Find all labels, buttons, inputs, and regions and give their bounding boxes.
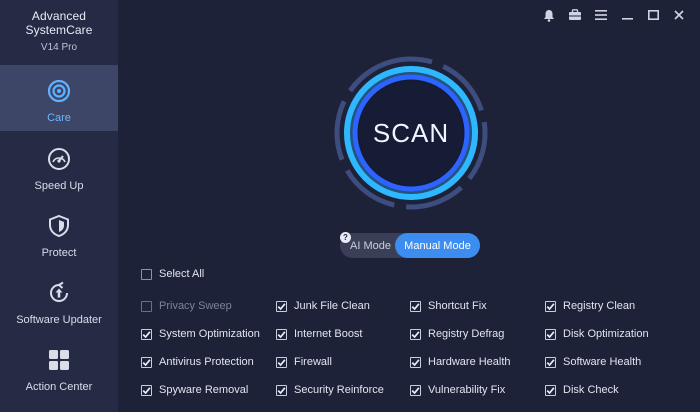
- checkbox-label: System Optimization: [159, 328, 260, 340]
- option-checkbox[interactable]: Antivirus Protection: [141, 356, 254, 368]
- checkmark-icon: [141, 328, 152, 340]
- option-checkbox[interactable]: Shortcut Fix: [410, 300, 487, 312]
- sidebar-item-speed-up[interactable]: Speed Up: [0, 133, 118, 199]
- sidebar-item-software-updater[interactable]: Software Updater: [0, 267, 118, 333]
- maximize-icon[interactable]: [640, 7, 666, 23]
- window-controls: [536, 7, 692, 23]
- checkbox-label: Hardware Health: [428, 356, 511, 368]
- checkbox-label: Junk File Clean: [294, 300, 370, 312]
- checkbox-label: Software Health: [563, 356, 642, 368]
- option-checkbox[interactable]: Privacy Sweep: [141, 300, 232, 312]
- close-icon[interactable]: [666, 7, 692, 23]
- checkbox-label: Internet Boost: [294, 328, 363, 340]
- checkmark-icon: [410, 356, 421, 368]
- option-checkbox[interactable]: Security Reinforce: [276, 384, 384, 396]
- checkmark-icon: [276, 384, 287, 396]
- sidebar: Advanced SystemCare V14 Pro Care Speed U…: [0, 0, 118, 412]
- checkbox-label: Spyware Removal: [159, 384, 249, 396]
- option-checkbox[interactable]: Disk Optimization: [545, 328, 649, 340]
- checkbox-label: Registry Defrag: [428, 328, 505, 340]
- manual-mode-option[interactable]: Manual Mode: [395, 233, 480, 258]
- checkbox-label: Vulnerability Fix: [428, 384, 506, 396]
- option-checkbox[interactable]: Software Health: [545, 356, 641, 368]
- option-checkbox[interactable]: Registry Clean: [545, 300, 635, 312]
- checkbox-label: Privacy Sweep: [159, 300, 232, 312]
- sidebar-item-action-center[interactable]: Action Center: [0, 334, 118, 400]
- checkmark-icon: [545, 300, 556, 312]
- update-arrow-icon: [50, 281, 68, 302]
- grid-icon: [49, 350, 69, 370]
- sidebar-item-label: Action Center: [25, 381, 93, 393]
- mode-toggle[interactable]: AI Mode Manual Mode: [340, 233, 480, 258]
- checkmark-icon: [410, 384, 421, 396]
- checkmark-icon: [545, 328, 556, 340]
- checkbox-label: Disk Check: [563, 384, 619, 396]
- option-checkbox[interactable]: Hardware Health: [410, 356, 511, 368]
- option-checkbox[interactable]: Vulnerability Fix: [410, 384, 505, 396]
- checkmark-icon: [276, 328, 287, 340]
- app-edition: V14 Pro: [40, 42, 78, 53]
- option-checkbox[interactable]: Spyware Removal: [141, 384, 248, 396]
- checkbox-box: [141, 300, 152, 312]
- sidebar-item-label: Speed Up: [34, 180, 84, 192]
- checkbox-label: Select All: [159, 268, 205, 280]
- option-checkbox[interactable]: Junk File Clean: [276, 300, 370, 312]
- sidebar-item-care[interactable]: Care: [0, 65, 118, 131]
- minimize-icon[interactable]: [614, 7, 640, 23]
- checkmark-icon: [545, 356, 556, 368]
- checkbox-label: Registry Clean: [563, 300, 636, 312]
- option-checkbox[interactable]: Registry Defrag: [410, 328, 504, 340]
- sidebar-item-protect[interactable]: Protect: [0, 200, 118, 266]
- option-checkbox[interactable]: System Optimization: [141, 328, 260, 340]
- option-checkbox[interactable]: Disk Check: [545, 384, 619, 396]
- checkbox-label: Shortcut Fix: [428, 300, 487, 312]
- help-icon[interactable]: ?: [340, 232, 351, 243]
- sidebar-item-label: Protect: [41, 247, 77, 259]
- option-checkbox[interactable]: Internet Boost: [276, 328, 363, 340]
- bell-icon[interactable]: [536, 7, 562, 23]
- checkmark-icon: [276, 300, 287, 312]
- menu-icon[interactable]: [588, 7, 614, 23]
- checkmark-icon: [410, 328, 421, 340]
- option-checkbox[interactable]: Firewall: [276, 356, 332, 368]
- checkbox-label: Antivirus Protection: [159, 356, 254, 368]
- care-icon: [47, 79, 71, 103]
- sidebar-item-label: Care: [47, 112, 71, 124]
- checkmark-icon: [141, 356, 152, 368]
- checkbox-label: Security Reinforce: [294, 384, 384, 396]
- scan-button[interactable]: SCAN: [333, 55, 489, 211]
- app-title: Advanced SystemCare: [25, 9, 93, 37]
- checkmark-icon: [141, 384, 152, 396]
- app-brand: Advanced SystemCare V14 Pro: [0, 0, 118, 53]
- checkbox-box: [141, 268, 152, 280]
- scan-label: SCAN: [372, 117, 450, 148]
- toolbox-icon[interactable]: [562, 7, 588, 23]
- shield-icon: [49, 214, 69, 238]
- checkmark-icon: [276, 356, 287, 368]
- sidebar-item-label: Software Updater: [16, 314, 102, 326]
- select-all-checkbox[interactable]: Select All: [141, 268, 204, 280]
- checkbox-label: Disk Optimization: [563, 328, 649, 340]
- checkmark-icon: [410, 300, 421, 312]
- speedometer-icon: [48, 148, 70, 170]
- checkbox-label: Firewall: [294, 356, 332, 368]
- checkmark-icon: [545, 384, 556, 396]
